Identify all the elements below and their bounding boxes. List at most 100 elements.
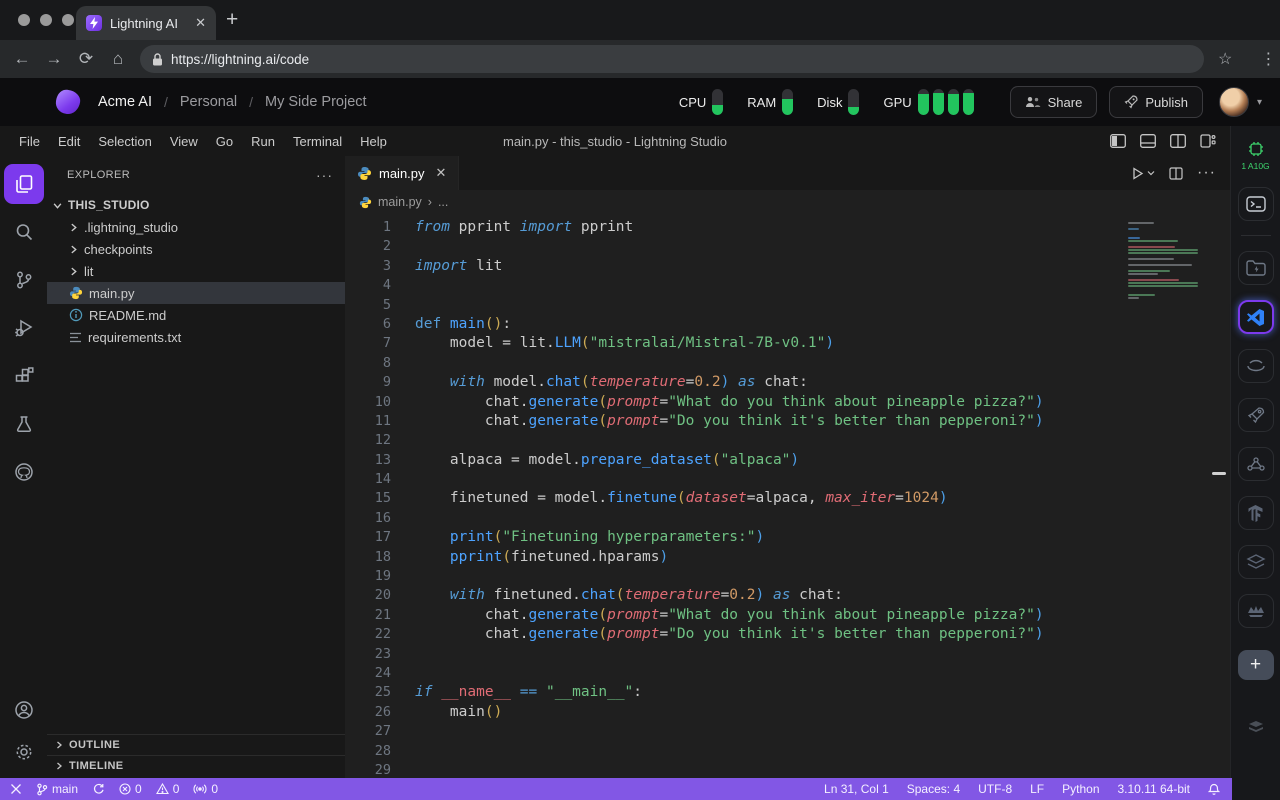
breadcrumb-rest: ... — [438, 195, 448, 209]
code-line-17: 17 print("Finetuning hyperparameters:") — [345, 528, 1230, 547]
sidebar-item-search[interactable] — [4, 212, 44, 252]
tree-folder-.lightning_studio[interactable]: .lightning_studio — [47, 216, 345, 238]
line-number: 24 — [345, 664, 391, 683]
python-icon — [357, 166, 372, 181]
menu-run[interactable]: Run — [242, 134, 284, 149]
editor-tab-main-py[interactable]: main.py ✕ — [345, 156, 459, 190]
menu-edit[interactable]: Edit — [49, 134, 89, 149]
sidebar-item-testing[interactable] — [4, 404, 44, 444]
window-minimize-button[interactable] — [40, 14, 52, 26]
more-actions-icon[interactable]: ··· — [1197, 164, 1216, 182]
tab-close-icon[interactable]: ✕ — [436, 165, 447, 181]
browser-tab[interactable]: Lightning AI ✕ — [76, 6, 216, 40]
breadcrumb-project[interactable]: My Side Project — [265, 94, 367, 110]
menu-view[interactable]: View — [161, 134, 207, 149]
tensorflow-icon — [1247, 504, 1264, 522]
tensorflow-plugin-button[interactable] — [1238, 496, 1274, 530]
sidebar-item-run-debug[interactable] — [4, 308, 44, 348]
status-python[interactable]: Python — [1062, 782, 1099, 796]
lightning-logo[interactable] — [54, 88, 81, 115]
terminal-plugin-button[interactable] — [1238, 187, 1274, 221]
reload-icon[interactable]: ⟳ — [70, 49, 102, 69]
vscode-plugin-button[interactable] — [1238, 300, 1274, 334]
window-zoom-button[interactable] — [62, 14, 74, 26]
status-remote[interactable] — [10, 783, 22, 795]
folder-bolt-icon — [1246, 260, 1266, 276]
run-button[interactable] — [1131, 167, 1155, 180]
status-ln-31-col-1[interactable]: Ln 31, Col 1 — [824, 782, 889, 796]
status-broadcast[interactable]: 0 — [193, 782, 218, 796]
minimap[interactable] — [1128, 222, 1202, 315]
split-editor-icon[interactable] — [1169, 167, 1183, 180]
tab-close-icon[interactable]: ✕ — [195, 15, 206, 31]
status-spaces-4[interactable]: Spaces: 4 — [907, 782, 960, 796]
people-icon — [1025, 96, 1041, 108]
explorer-more-icon[interactable]: ··· — [316, 167, 333, 183]
menu-help[interactable]: Help — [351, 134, 396, 149]
outline-section[interactable]: OUTLINE — [47, 734, 345, 755]
gpu-chip-button[interactable]: 1 A10G — [1234, 138, 1278, 172]
status-warning[interactable]: 0 — [156, 782, 180, 796]
menu-go[interactable]: Go — [207, 134, 242, 149]
timeline-section[interactable]: TIMELINE — [47, 755, 345, 776]
account-caret-icon[interactable]: ▾ — [1257, 97, 1262, 108]
menu-selection[interactable]: Selection — [89, 134, 160, 149]
account-button[interactable] — [4, 690, 44, 730]
tree-folder-checkpoints[interactable]: checkpoints — [47, 238, 345, 260]
toggle-secondary-sidebar-icon[interactable] — [1170, 134, 1186, 148]
bookmark-star-icon[interactable]: ☆ — [1218, 49, 1232, 69]
status-sync[interactable] — [92, 783, 105, 795]
paper-boat-plugin-button[interactable] — [1238, 594, 1274, 628]
menu-terminal[interactable]: Terminal — [284, 134, 351, 149]
tree-file-README.md[interactable]: README.md — [47, 304, 345, 326]
lightning-favicon-icon — [86, 15, 102, 31]
eclipse-plugin-button[interactable] — [1238, 349, 1274, 383]
breadcrumb-separator: / — [249, 94, 253, 110]
tree-folder-lit[interactable]: lit — [47, 260, 345, 282]
code-line-28: 28 — [345, 742, 1230, 761]
tree-root-this-studio[interactable]: THIS_STUDIO — [47, 194, 345, 216]
new-tab-button[interactable]: + — [226, 8, 238, 32]
breadcrumb[interactable]: main.py › ... — [345, 190, 1230, 214]
toggle-sidebar-icon[interactable] — [1110, 134, 1126, 148]
browser-toolbar: ← → ⟳ ⌂ https://lightning.ai/code ☆ ⋮ — [0, 40, 1280, 78]
add-plugin-button[interactable]: + — [1238, 650, 1274, 680]
sidebar-item-github[interactable] — [4, 452, 44, 492]
customize-layout-icon[interactable] — [1200, 134, 1216, 148]
scrollbar-drag-handle[interactable] — [1212, 472, 1226, 475]
org-name[interactable]: Acme AI — [98, 94, 152, 110]
status-3-10-11-64-bit[interactable]: 3.10.11 64-bit — [1118, 782, 1191, 796]
breadcrumb-workspace[interactable]: Personal — [180, 94, 237, 110]
settings-button[interactable] — [4, 732, 44, 772]
address-bar[interactable]: https://lightning.ai/code — [140, 45, 1204, 73]
status-notifications[interactable] — [1208, 783, 1220, 796]
toggle-panel-icon[interactable] — [1140, 134, 1156, 148]
share-button[interactable]: Share — [1010, 86, 1098, 118]
status-lf[interactable]: LF — [1030, 782, 1044, 796]
tree-file-requirements.txt[interactable]: requirements.txt — [47, 326, 345, 348]
home-icon[interactable]: ⌂ — [102, 49, 134, 69]
line-number: 14 — [345, 470, 391, 489]
list-icon — [69, 332, 82, 343]
layers-plugin-button[interactable] — [1238, 545, 1274, 579]
browser-menu-icon[interactable]: ⋮ — [1260, 49, 1276, 69]
sidebar-item-extensions[interactable] — [4, 356, 44, 396]
file-manager-plugin-button[interactable] — [1238, 251, 1274, 285]
window-close-button[interactable] — [18, 14, 30, 26]
status-error[interactable]: 0 — [119, 782, 142, 796]
package-plugin-button[interactable] — [1238, 710, 1274, 744]
node-graph-plugin-button[interactable] — [1238, 447, 1274, 481]
status-utf-8[interactable]: UTF-8 — [978, 782, 1012, 796]
publish-button[interactable]: Publish — [1109, 86, 1203, 118]
sidebar-item-explorer[interactable] — [4, 164, 44, 204]
rocket-plugin-button[interactable] — [1238, 398, 1274, 432]
menu-file[interactable]: File — [10, 134, 49, 149]
avatar[interactable] — [1219, 87, 1249, 117]
back-icon[interactable]: ← — [6, 49, 38, 69]
line-number: 29 — [345, 761, 391, 778]
forward-icon[interactable]: → — [38, 49, 70, 69]
sidebar-item-source-control[interactable] — [4, 260, 44, 300]
code-area[interactable]: 1from pprint import pprint23import lit45… — [345, 214, 1230, 778]
status-branch[interactable]: main — [36, 782, 78, 796]
tree-file-main.py[interactable]: main.py — [47, 282, 345, 304]
